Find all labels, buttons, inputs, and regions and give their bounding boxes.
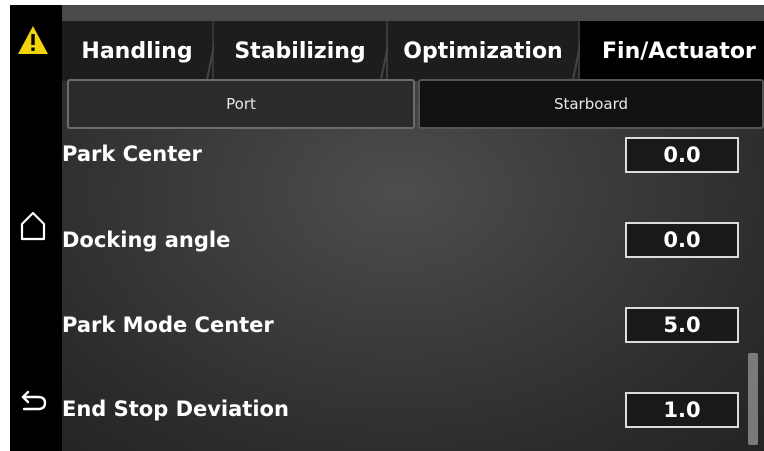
park-center-label: Park Center	[62, 142, 202, 166]
starboard-button[interactable]: Starboard	[418, 79, 764, 129]
park-mode-center-label: Park Mode Center	[62, 313, 274, 337]
tab-fin-actuator[interactable]: Fin/Actuator	[580, 21, 764, 81]
device-screen: Handling Stabilizing Optimization Fin/Ac…	[10, 5, 764, 451]
left-rail	[10, 5, 62, 451]
tab-handling[interactable]: Handling	[62, 21, 212, 81]
main-panel: Handling Stabilizing Optimization Fin/Ac…	[62, 5, 764, 451]
docking-angle-value-field[interactable]: 0.0	[625, 222, 739, 258]
end-stop-deviation-value-field[interactable]: 1.0	[625, 392, 739, 428]
tab-bar: Handling Stabilizing Optimization Fin/Ac…	[62, 21, 764, 81]
end-stop-deviation-label: End Stop Deviation	[62, 397, 289, 421]
warning-triangle-icon[interactable]	[17, 25, 49, 55]
back-arrow-icon[interactable]	[20, 388, 48, 414]
tab-optimization[interactable]: Optimization	[388, 21, 578, 81]
top-strip	[62, 5, 764, 21]
park-mode-center-value-field[interactable]: 5.0	[625, 307, 739, 343]
port-button[interactable]: Port	[67, 79, 415, 129]
park-center-value-field[interactable]: 0.0	[625, 137, 739, 173]
home-icon[interactable]	[19, 210, 47, 242]
tab-stabilizing[interactable]: Stabilizing	[214, 21, 386, 81]
docking-angle-label: Docking angle	[62, 228, 231, 252]
scrollbar-thumb[interactable]	[748, 353, 758, 445]
